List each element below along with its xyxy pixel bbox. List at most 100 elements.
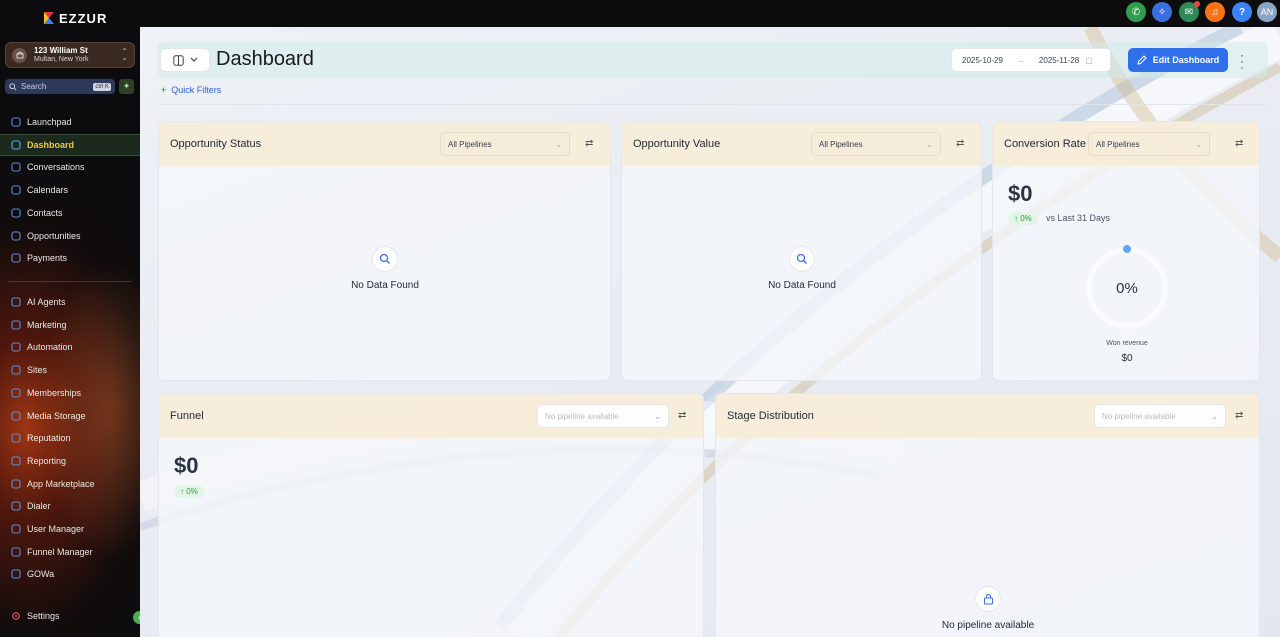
date-end: 2025-11-28 xyxy=(1038,55,1080,65)
sidebar-item-memberships[interactable]: Memberships xyxy=(0,382,140,404)
sidebar-item-label: Reporting xyxy=(27,455,67,466)
payments-icon xyxy=(10,253,21,264)
reporting-icon xyxy=(10,455,21,466)
comparison-label: vs Last 31 Days xyxy=(1046,213,1111,223)
search-input[interactable]: Search ctrl K xyxy=(5,79,115,94)
sidebar-item-settings[interactable]: Settings xyxy=(0,605,140,627)
sidebar-item-user-manager[interactable]: User Manager xyxy=(0,518,140,540)
brand-name: EZZUR xyxy=(59,10,108,26)
search-icon xyxy=(372,246,398,272)
sidebar-item-marketing[interactable]: Marketing xyxy=(0,314,140,336)
sidebar-item-label: User Manager xyxy=(27,524,85,534)
sidebar-item-app-marketplace[interactable]: App Marketplace xyxy=(0,473,140,495)
filter-settings-button[interactable]: ⇄ xyxy=(1235,138,1247,150)
layout-icon xyxy=(172,54,184,66)
pipeline-select[interactable]: No pipeline available ⌄ xyxy=(1094,404,1226,428)
phone-button[interactable]: ✆ xyxy=(1126,2,1146,22)
sidebar-item-label: GOWa xyxy=(27,569,55,580)
gauge-indicator xyxy=(1123,245,1131,253)
pipeline-select[interactable]: All Pipelines ⌄ xyxy=(440,132,570,156)
pipeline-select[interactable]: All Pipelines ⌄ xyxy=(811,132,941,156)
logo-mark-icon xyxy=(44,12,54,24)
location-title: 123 William St xyxy=(34,46,88,55)
filter-settings-button[interactable]: ⇄ xyxy=(585,138,597,150)
sidebar: EZZUR 123 William St Multan, New York ⌃ ⌄… xyxy=(0,0,140,637)
sidebar-item-payments[interactable]: Payments xyxy=(0,247,140,269)
megaphone-icon: ✉ xyxy=(1184,6,1194,18)
opportunity-status-card: Opportunity Status All Pipelines ⌄ ⇄ No D… xyxy=(158,121,611,381)
sidebar-divider xyxy=(8,281,132,282)
funnel-manager-icon xyxy=(10,546,21,557)
sidebar-item-sites[interactable]: Sites xyxy=(0,359,140,381)
search-placeholder: Search xyxy=(21,82,47,91)
funnel-card: Funnel No pipeline available ⌄ ⇄ $0 ↑ 0% xyxy=(158,393,704,637)
gowa-icon xyxy=(10,569,21,580)
help-button[interactable]: ? xyxy=(1232,2,1252,22)
sidebar-item-ai-agents[interactable]: AI Agents xyxy=(0,291,140,313)
edit-dashboard-button[interactable]: Edit Dashboard xyxy=(1128,48,1228,72)
change-badge: ↑ 0% xyxy=(1008,212,1038,225)
sidebar-item-funnel-manager[interactable]: Funnel Manager xyxy=(0,541,140,563)
phone-icon: ✆ xyxy=(1131,6,1141,18)
location-switcher[interactable]: 123 William St Multan, New York ⌃ ⌄ xyxy=(5,42,135,68)
sidebar-item-label: Contacts xyxy=(27,207,63,218)
search-icon xyxy=(789,246,815,272)
won-revenue-value: $0 xyxy=(1121,353,1133,364)
more-options-button[interactable]: · · · xyxy=(1240,49,1244,73)
empty-state: No Data Found xyxy=(335,246,435,291)
dialer-icon xyxy=(10,501,21,512)
sidebar-item-label: Launchpad xyxy=(27,117,72,127)
date-range-picker[interactable]: 2025-10-29 → 2025-11-28 ▢ xyxy=(951,48,1111,72)
sidebar-item-label: App Marketplace xyxy=(27,478,95,489)
pipeline-select[interactable]: All Pipelines ⌄ xyxy=(1088,132,1210,156)
launchpad-icon xyxy=(10,117,21,128)
user-avatar[interactable]: AN xyxy=(1257,2,1277,22)
location-icon xyxy=(12,47,27,63)
calendar-icon xyxy=(10,185,21,196)
pipeline-select[interactable]: No pipeline available ⌄ xyxy=(537,404,669,428)
chat-icon xyxy=(10,162,21,173)
sidebar-item-calendars[interactable]: Calendars xyxy=(0,179,140,201)
sliders-icon: ⇄ xyxy=(956,138,965,149)
sidebar-item-dashboard[interactable]: Dashboard xyxy=(0,133,140,156)
change-value: 0% xyxy=(1020,214,1032,223)
sidebar-item-dialer[interactable]: Dialer xyxy=(0,495,140,517)
sidebar-item-contacts[interactable]: Contacts xyxy=(0,202,140,224)
collapse-sidebar-button[interactable]: ‹ xyxy=(133,611,140,624)
won-revenue-label: Won revenue xyxy=(1106,340,1148,347)
sidebar-item-gowa[interactable]: GOWa xyxy=(0,563,140,585)
brand-logo[interactable]: EZZUR xyxy=(42,10,107,26)
sidebar-item-reporting[interactable]: Reporting xyxy=(0,450,140,472)
search-shortcut: ctrl K xyxy=(93,82,111,91)
filter-settings-button[interactable]: ⇄ xyxy=(956,138,968,150)
sidebar-item-launchpad[interactable]: Launchpad xyxy=(0,111,140,133)
top-bar: ✆ ✧ ✉ ♫ ? AN xyxy=(140,0,1280,27)
quick-filters-button[interactable]: + Quick Filters xyxy=(161,85,221,95)
chevron-down-icon: ⌄ xyxy=(926,139,933,149)
filter-settings-button[interactable]: ⇄ xyxy=(678,410,690,422)
sidebar-item-reputation[interactable]: Reputation xyxy=(0,427,140,449)
sidebar-item-opportunities[interactable]: Opportunities xyxy=(0,225,140,247)
layout-switcher-button[interactable] xyxy=(160,48,210,72)
filter-settings-button[interactable]: ⇄ xyxy=(1235,410,1247,422)
announcements-button[interactable]: ✉ xyxy=(1179,1,1200,22)
page-title: Dashboard xyxy=(216,48,314,70)
sidebar-item-conversations[interactable]: Conversations xyxy=(0,156,140,178)
lock-icon xyxy=(975,586,1001,612)
sidebar-item-label: Dashboard xyxy=(27,139,75,150)
quick-action-button[interactable]: ✦ xyxy=(119,79,134,94)
reputation-icon xyxy=(10,433,21,444)
pipeline-select-value: All Pipelines xyxy=(448,139,492,149)
notifications-button[interactable]: ♫ xyxy=(1205,2,1225,22)
sidebar-item-media-storage[interactable]: Media Storage xyxy=(0,405,140,427)
sidebar-item-automation[interactable]: Automation xyxy=(0,336,140,358)
empty-state: No pipeline available xyxy=(928,586,1048,631)
empty-state-text: No Data Found xyxy=(351,280,419,291)
sidebar-item-label: Media Storage xyxy=(27,410,86,421)
sidebar-item-label: Settings xyxy=(27,611,60,621)
ai-assistant-button[interactable]: ✧ xyxy=(1152,2,1172,22)
gauge-percent: 0% xyxy=(1116,280,1138,297)
media-storage-icon xyxy=(10,410,21,421)
chevron-down-icon: ⌄ xyxy=(1195,139,1202,149)
conversion-value: $0 xyxy=(1008,181,1033,206)
